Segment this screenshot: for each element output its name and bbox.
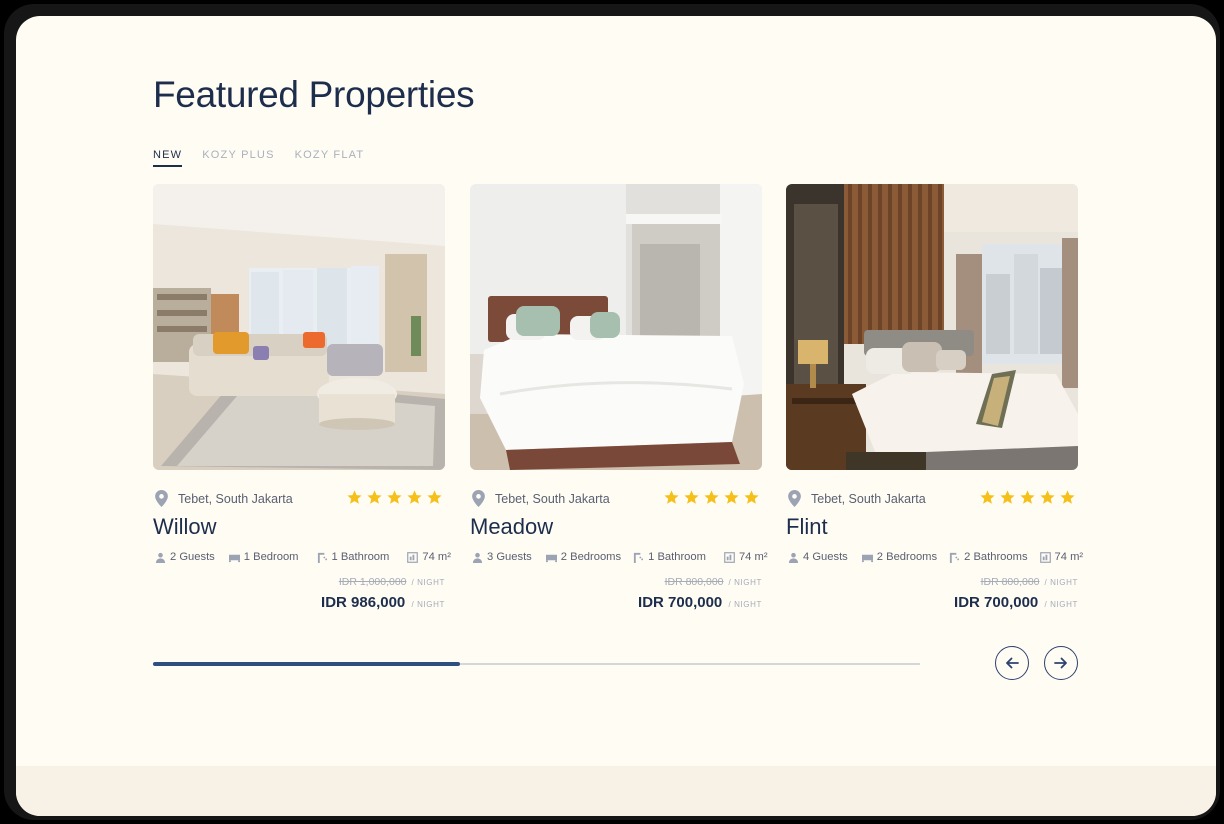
area-icon bbox=[724, 551, 735, 563]
arrow-right-icon bbox=[1054, 657, 1067, 669]
price-block: IDR 1,000,000 / NIGHT IDR 986,000 / NIGH… bbox=[153, 572, 445, 615]
property-name[interactable]: Flint bbox=[786, 512, 1078, 542]
star-icon bbox=[1040, 490, 1055, 504]
bed-icon bbox=[545, 554, 557, 562]
tab-kozy-flat[interactable]: KOZY FLAT bbox=[295, 149, 365, 167]
amenities: 2 Guests 1 Bedroom 1 Bathroom 74 m² bbox=[153, 548, 451, 566]
amenities: 4 Guests 2 Bedrooms 2 Bathrooms 74 m² bbox=[786, 548, 1083, 566]
device-frame: Featured Properties NEW KOZY PLUS KOZY F… bbox=[4, 4, 1220, 820]
current-price: IDR 700,000 bbox=[638, 594, 723, 611]
rating-stars bbox=[663, 489, 760, 506]
living-room-photo[interactable] bbox=[153, 184, 445, 470]
property-name[interactable]: Meadow bbox=[470, 512, 762, 542]
page-title: Featured Properties bbox=[153, 74, 475, 115]
star-icon bbox=[1060, 490, 1075, 504]
footer-band bbox=[16, 766, 1216, 816]
bathrooms-label: 1 Bathroom bbox=[648, 551, 706, 563]
guests-label: 3 Guests bbox=[487, 551, 532, 563]
star-icon bbox=[684, 490, 699, 504]
price-unit: / NIGHT bbox=[411, 578, 445, 587]
bed-icon bbox=[228, 554, 240, 562]
area-icon bbox=[1039, 551, 1051, 563]
location-label: Tebet, South Jakarta bbox=[495, 491, 610, 506]
star-icon bbox=[1020, 490, 1035, 504]
next-button[interactable] bbox=[1044, 646, 1078, 680]
page: Featured Properties NEW KOZY PLUS KOZY F… bbox=[16, 16, 1216, 816]
property-card-meadow[interactable]: Tebet, South Jakarta Meadow 3 Guests 2 B… bbox=[470, 184, 768, 615]
rating-stars bbox=[979, 489, 1076, 506]
rating-stars bbox=[346, 489, 443, 506]
shower-icon bbox=[634, 552, 644, 563]
star-icon bbox=[980, 490, 995, 504]
guest-icon bbox=[788, 552, 799, 563]
bathrooms-label: 1 Bathroom bbox=[331, 551, 390, 563]
tab-new[interactable]: NEW bbox=[153, 149, 183, 167]
tab-kozy-plus[interactable]: KOZY PLUS bbox=[202, 149, 274, 167]
carousel-progress-track[interactable] bbox=[153, 662, 920, 666]
star-icon bbox=[1000, 490, 1015, 504]
carousel-progress-fill bbox=[153, 662, 460, 666]
bedrooms-label: 1 Bedroom bbox=[243, 551, 299, 563]
star-icon bbox=[347, 490, 362, 504]
price-unit: / NIGHT bbox=[411, 600, 445, 609]
property-card-flint[interactable]: Tebet, South Jakarta Flint 4 Guests 2 Be… bbox=[786, 184, 1083, 615]
star-icon bbox=[744, 490, 759, 504]
wood-panel-bedroom-photo[interactable] bbox=[786, 184, 1078, 470]
star-icon bbox=[664, 490, 679, 504]
area-label: 74 m² bbox=[738, 551, 768, 563]
current-price: IDR 986,000 bbox=[321, 594, 406, 611]
bathrooms-label: 2 Bathrooms bbox=[964, 551, 1028, 563]
star-icon bbox=[427, 490, 442, 504]
area-label: 74 m² bbox=[422, 551, 451, 563]
category-tabs: NEW KOZY PLUS KOZY FLAT bbox=[153, 149, 364, 167]
amenities: 3 Guests 2 Bedrooms 1 Bathroom 74 m² bbox=[470, 548, 768, 566]
bed-icon bbox=[861, 554, 873, 562]
property-card-willow[interactable]: Tebet, South Jakarta Willow 2 Guests 1 B… bbox=[153, 184, 451, 615]
location-pin-icon bbox=[788, 490, 801, 507]
star-icon bbox=[407, 490, 422, 504]
area-icon bbox=[407, 551, 419, 563]
shower-icon bbox=[317, 552, 327, 563]
star-icon bbox=[724, 490, 739, 504]
star-icon bbox=[704, 490, 719, 504]
bedrooms-label: 2 Bedrooms bbox=[560, 551, 622, 563]
price-unit: / NIGHT bbox=[1044, 578, 1078, 587]
arrow-left-icon bbox=[1006, 657, 1019, 669]
guest-icon bbox=[472, 552, 483, 563]
star-icon bbox=[387, 490, 402, 504]
guest-icon bbox=[155, 552, 166, 563]
property-name[interactable]: Willow bbox=[153, 512, 445, 542]
price-unit: / NIGHT bbox=[728, 578, 762, 587]
price-block: IDR 800,000 / NIGHT IDR 700,000 / NIGHT bbox=[786, 572, 1078, 615]
star-icon bbox=[367, 490, 382, 504]
previous-button[interactable] bbox=[995, 646, 1029, 680]
current-price: IDR 700,000 bbox=[954, 594, 1039, 611]
location-label: Tebet, South Jakarta bbox=[178, 491, 293, 506]
price-block: IDR 800,000 / NIGHT IDR 700,000 / NIGHT bbox=[470, 572, 762, 615]
price-unit: / NIGHT bbox=[728, 600, 762, 609]
area-label: 74 m² bbox=[1054, 551, 1084, 563]
white-bedroom-photo[interactable] bbox=[470, 184, 762, 470]
location-label: Tebet, South Jakarta bbox=[811, 491, 926, 506]
original-price: IDR 800,000 bbox=[664, 576, 724, 588]
location-pin-icon bbox=[472, 490, 485, 507]
bedrooms-label: 2 Bedrooms bbox=[876, 551, 938, 563]
location-pin-icon bbox=[155, 490, 168, 507]
original-price: IDR 1,000,000 bbox=[338, 576, 407, 588]
guests-label: 2 Guests bbox=[170, 551, 215, 563]
shower-icon bbox=[950, 552, 960, 563]
guests-label: 4 Guests bbox=[803, 551, 848, 563]
original-price: IDR 800,000 bbox=[980, 576, 1040, 588]
price-unit: / NIGHT bbox=[1044, 600, 1078, 609]
